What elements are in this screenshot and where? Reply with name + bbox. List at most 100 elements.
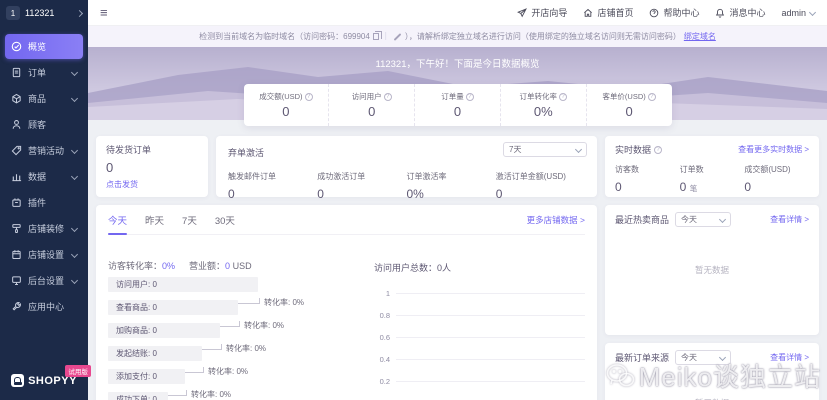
domain-notice-bar: 检测到当前域名为临时域名（访问密码：699904 ｜ ），请解析绑定独立域名进行… xyxy=(88,26,827,47)
tab-today[interactable]: 今天 xyxy=(108,205,127,235)
info-icon[interactable]: ? xyxy=(466,93,474,101)
empty-state: 暂无数据 xyxy=(605,264,819,276)
stat-visitors: 访问用户? 0 xyxy=(328,84,414,126)
range-tabs: 今天 昨天 7天 30天 更多店铺数据 > xyxy=(108,205,585,235)
chevron-down-icon xyxy=(71,95,78,102)
chevron-down-icon xyxy=(71,173,78,180)
greeting-text: 112321，下午好！下面是今日数据概览 xyxy=(88,56,827,70)
store-design-icon xyxy=(11,223,22,234)
store-switcher[interactable]: 1 112321 xyxy=(0,0,88,26)
tab-7days[interactable]: 7天 xyxy=(182,205,197,235)
store-name: 112321 xyxy=(25,8,72,18)
sidebar-item-store-design[interactable]: 店铺装修 xyxy=(5,216,83,241)
today-stats-card: 成交额(USD)? 0 访问用户? 0 订单量? 0 订单转化率? 0% 客单价… xyxy=(244,84,672,126)
user-name: admin xyxy=(781,8,806,18)
stat-gmv: 成交额(USD)? 0 xyxy=(244,84,329,126)
user-menu[interactable]: admin xyxy=(781,8,815,18)
top-bar: ≡ 开店向导 店铺首页 帮助中心 消息中心 admin xyxy=(88,0,827,26)
products-icon xyxy=(11,93,22,104)
funnel-row: 发起结账: 0 转化率: 0% xyxy=(108,346,358,369)
funnel-bar: 成功下单: 0 xyxy=(108,392,168,400)
info-icon[interactable]: ? xyxy=(305,93,313,101)
chevron-down-icon xyxy=(575,146,582,153)
store-homepage-link[interactable]: 店铺首页 xyxy=(583,6,633,19)
sidebar-item-label: 店铺装修 xyxy=(28,222,66,235)
data-icon xyxy=(11,171,22,182)
store-data-card: 今天 昨天 7天 30天 更多店铺数据 > 访客转化率：0% 营业额：0 USD… xyxy=(96,205,597,400)
tab-yesterday[interactable]: 昨天 xyxy=(145,205,164,235)
order-source-card: 最新订单来源 今天 查看详情 > 暂无数据 xyxy=(605,343,819,400)
sidebar-item-customers[interactable]: 顾客 xyxy=(5,112,83,137)
copy-icon[interactable] xyxy=(373,33,379,40)
range-select[interactable]: 今天 xyxy=(675,350,731,365)
info-icon[interactable]: ? xyxy=(648,93,656,101)
sidebar-item-plugins[interactable]: 插件 xyxy=(5,190,83,215)
funnel-bar: 添加支付: 0 xyxy=(108,369,185,384)
metric-triggered-emails: 触发邮件订单 0 xyxy=(228,171,317,201)
funnel-row: 查看商品: 0 转化率: 0% xyxy=(108,300,358,323)
view-details-link[interactable]: 查看详情 > xyxy=(770,352,809,363)
hamburger-icon[interactable]: ≡ xyxy=(100,6,108,19)
sidebar-item-label: 顾客 xyxy=(28,118,77,131)
sidebar-item-label: 店铺设置 xyxy=(28,248,66,261)
funnel-bar: 加购商品: 0 xyxy=(108,323,220,338)
sidebar-item-marketing[interactable]: 营销活动 xyxy=(5,138,83,163)
range-select[interactable]: 今天 xyxy=(675,212,731,227)
view-details-link[interactable]: 查看详情 > xyxy=(770,214,809,225)
stat-conversion: 订单转化率? 0% xyxy=(500,84,586,126)
orders-icon xyxy=(11,67,22,78)
marketing-icon xyxy=(11,145,22,156)
help-center-link[interactable]: 帮助中心 xyxy=(649,6,699,19)
stat-aov: 客单价(USD)? 0 xyxy=(586,84,672,126)
admin-settings-icon xyxy=(11,275,22,286)
home-icon xyxy=(583,8,593,18)
info-icon[interactable]: ? xyxy=(654,146,662,154)
chevron-down-icon xyxy=(71,251,78,258)
metric-activated-amount: 激活订单金额(USD) 0 xyxy=(496,171,585,201)
info-icon[interactable]: ? xyxy=(559,93,567,101)
sidebar-item-label: 后台设置 xyxy=(28,274,66,287)
card-title: 待发货订单 xyxy=(106,143,198,156)
store-wizard-link[interactable]: 开店向导 xyxy=(517,6,567,19)
funnel-bar: 访问用户: 0 xyxy=(108,277,258,292)
middle-row: 待发货订单 0 点击发货 弃单激活 7天 触发邮件订单 0 成功激活订单 0 xyxy=(96,136,819,197)
info-icon[interactable]: ? xyxy=(384,93,392,101)
customers-icon xyxy=(11,119,22,130)
funnel-row: 访问用户: 0 转化率: 0% xyxy=(108,277,358,300)
sidebar-item-products[interactable]: 商品 xyxy=(5,86,83,111)
bind-domain-link[interactable]: 绑定域名 xyxy=(684,31,716,42)
sidebar-item-store-settings[interactable]: 店铺设置 xyxy=(5,242,83,267)
sidebar-item-overview[interactable]: 概览 xyxy=(5,34,83,59)
pending-shipment-card: 待发货订单 0 点击发货 xyxy=(96,136,208,197)
help-icon xyxy=(649,8,659,18)
chevron-right-icon xyxy=(76,9,83,16)
conversion-value: 0% xyxy=(162,261,175,271)
visitors-line-chart: 访问用户总数：0人 1 0.8 0.6 0.4 0.2 0 xyxy=(374,261,585,400)
sidebar-item-data[interactable]: 数据 xyxy=(5,164,83,189)
realtime-more-link[interactable]: 查看更多实时数据 > xyxy=(738,144,809,155)
chevron-down-icon xyxy=(809,9,816,16)
sidebar-menu: 概览 订单 商品 顾客 营销活动 数 xyxy=(0,34,88,319)
chevron-down-icon xyxy=(71,69,78,76)
tab-30days[interactable]: 30天 xyxy=(215,205,235,235)
edit-icon[interactable] xyxy=(393,33,401,41)
sidebar-item-admin-settings[interactable]: 后台设置 xyxy=(5,268,83,293)
y-tick: 0.2 xyxy=(374,377,396,386)
chevron-down-icon xyxy=(71,277,78,284)
sidebar-item-orders[interactable]: 订单 xyxy=(5,60,83,85)
store-badge: 1 xyxy=(6,6,20,20)
sidebar-item-label: 营销活动 xyxy=(28,144,66,157)
sidebar-item-label: 概览 xyxy=(28,40,77,53)
range-select[interactable]: 7天 xyxy=(503,142,587,157)
sidebar-item-label: 数据 xyxy=(28,170,66,183)
sidebar-item-label: 订单 xyxy=(28,66,66,79)
conversion-funnel-chart: 访问用户: 0 转化率: 0% 查看商品: 0 转化率: 0% 加购商品: 0 … xyxy=(108,277,358,400)
sidebar: 1 112321 概览 订单 商品 顾客 xyxy=(0,0,88,400)
more-store-data-link[interactable]: 更多店铺数据 > xyxy=(527,214,585,226)
sidebar-item-app-center[interactable]: 应用中心 xyxy=(5,294,83,319)
message-center-link[interactable]: 消息中心 xyxy=(715,6,765,19)
card-title: 最近热卖商品 xyxy=(615,213,669,226)
funnel-row: 加购商品: 0 转化率: 0% xyxy=(108,323,358,346)
ship-now-link[interactable]: 点击发货 xyxy=(106,179,198,190)
metric-visitor-count: 访客数 0 xyxy=(615,164,680,194)
